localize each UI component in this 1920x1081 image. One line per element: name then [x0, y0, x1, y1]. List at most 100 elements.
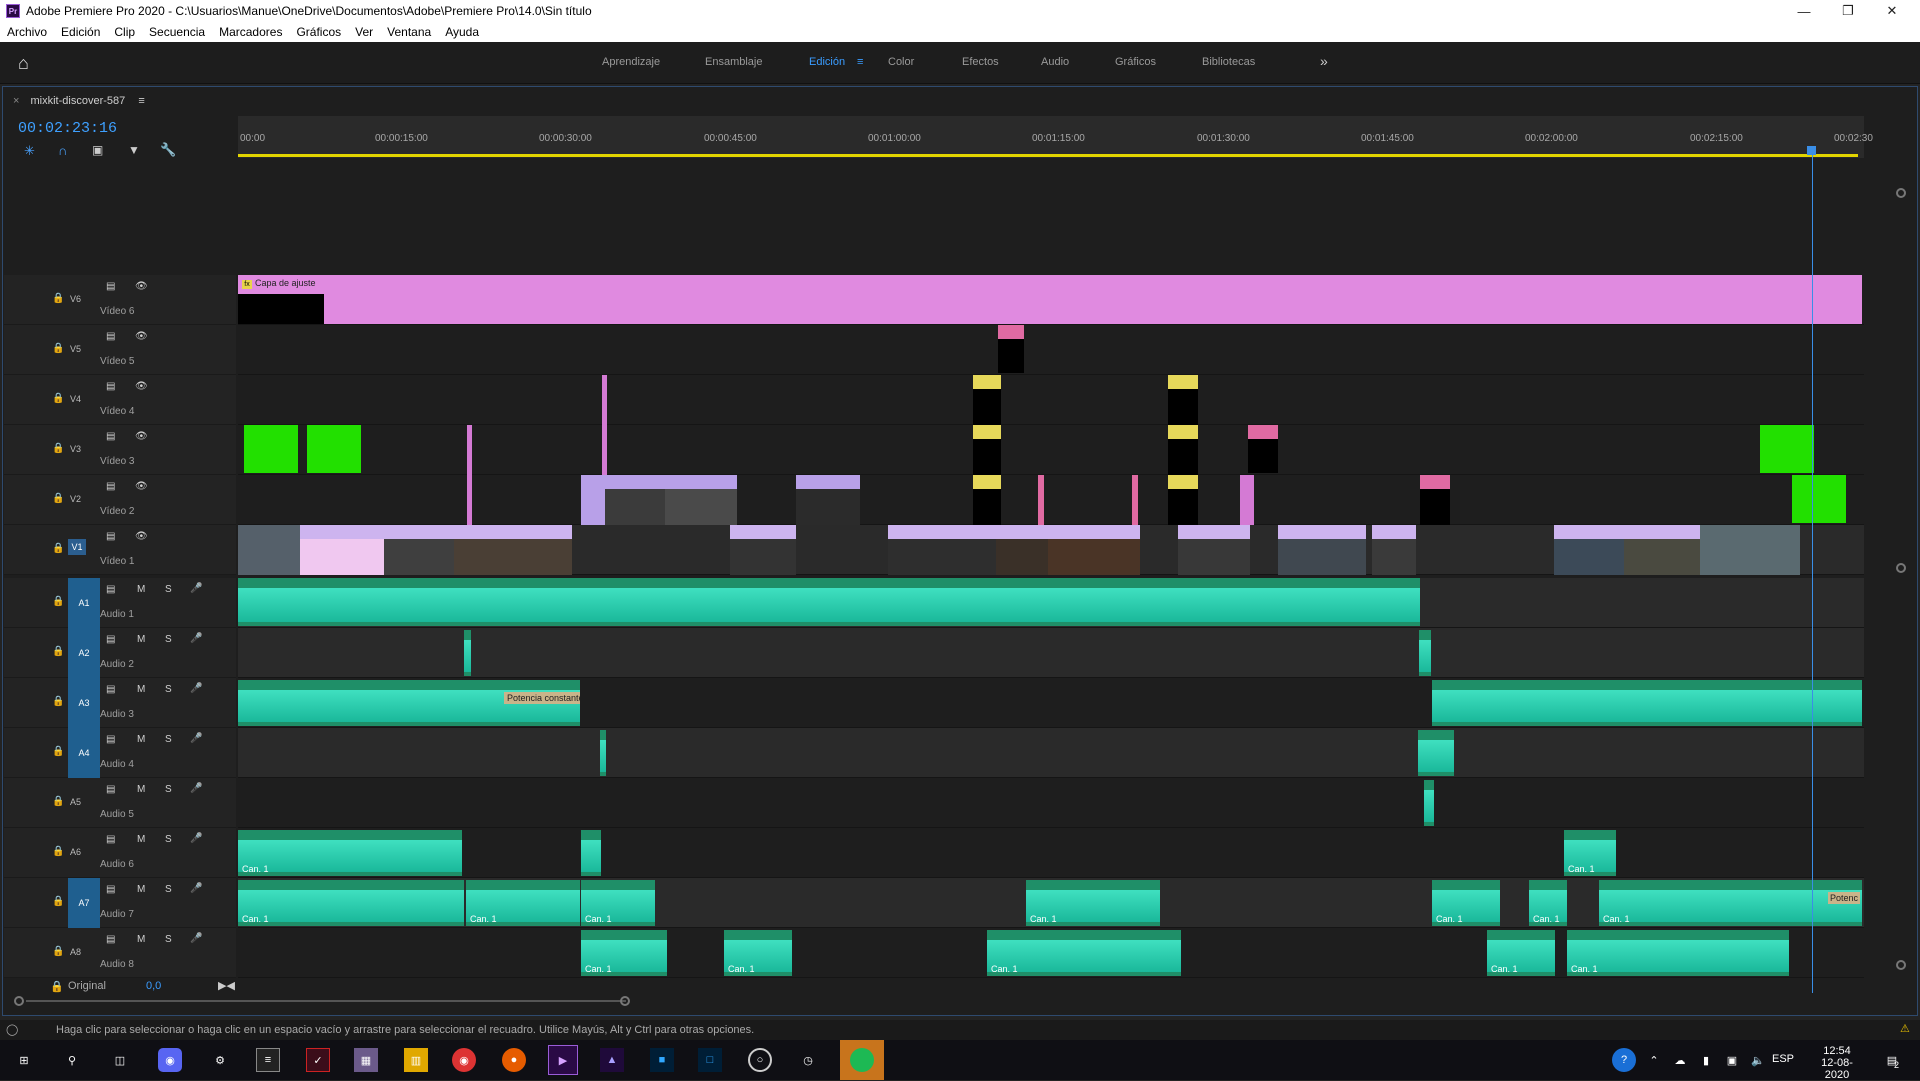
task-view-icon[interactable]: ◫ [108, 1048, 132, 1072]
clip-v1[interactable]: mixki [996, 525, 1048, 575]
audio-clip[interactable]: Can. 1 [238, 880, 464, 926]
menu-secuencia[interactable]: Secuencia [142, 25, 212, 39]
lane-v1[interactable]: mixkit-top-a mixkit-wa mixkit-feet-walki… [238, 525, 1864, 575]
network-icon[interactable]: ▣ [1720, 1048, 1744, 1072]
more-workspaces-icon[interactable]: » [1320, 53, 1328, 69]
audio-clip[interactable] [581, 830, 601, 876]
mute-button[interactable]: M [137, 684, 145, 695]
workspace-menu-icon[interactable]: ≡ [857, 56, 863, 68]
chrome-icon[interactable]: ◉ [452, 1048, 476, 1072]
audio-clip[interactable]: Potencia constante [238, 680, 580, 726]
mic-icon[interactable]: 🎤 [190, 883, 202, 894]
clip-v2[interactable] [1168, 475, 1198, 525]
mic-icon[interactable]: 🎤 [190, 683, 202, 694]
after-effects-icon[interactable]: ▲ [600, 1048, 624, 1072]
workspace-efectos[interactable]: Efectos [962, 56, 999, 68]
mic-icon[interactable]: 🎤 [190, 783, 202, 794]
audio-clip[interactable] [600, 730, 606, 776]
snap-icon[interactable]: ∩ [58, 143, 67, 158]
horizontal-scrollbar[interactable] [14, 996, 1894, 1006]
add-marker-icon[interactable]: ▼ [128, 143, 140, 157]
mic-icon[interactable]: 🎤 [190, 633, 202, 644]
lock-icon[interactable]: 🔒 [52, 896, 64, 907]
menu-edicion[interactable]: Edición [54, 25, 107, 39]
solo-button[interactable]: S [165, 584, 172, 595]
audio-clip[interactable]: Can. 1 [238, 830, 462, 876]
clip-green[interactable] [1760, 425, 1814, 473]
clip-v1[interactable]: mixkit-top-a [300, 525, 384, 575]
sync-icon[interactable]: ▤ [106, 834, 115, 845]
vegas-icon[interactable]: ✓ [306, 1048, 330, 1072]
sync-icon[interactable]: ▤ [106, 431, 115, 442]
lane-a5[interactable] [238, 778, 1864, 828]
clip-v1[interactable]: mixkit-w [1554, 525, 1624, 575]
menu-ventana[interactable]: Ventana [380, 25, 438, 39]
clip-v3[interactable] [602, 425, 607, 475]
mute-button[interactable]: M [137, 834, 145, 845]
eye-icon[interactable]: 👁 [135, 431, 148, 442]
lock-icon[interactable]: 🔒 [52, 543, 64, 554]
show-hidden-icons[interactable]: ⌃ [1642, 1048, 1666, 1072]
lane-v2[interactable]: mixki mixkit-wo mixkit- [238, 475, 1864, 525]
menu-marcadores[interactable]: Marcadores [212, 25, 289, 39]
clip-v1[interactable]: mixkit-wa [384, 525, 454, 575]
audio-clip[interactable]: Can. 1 [581, 880, 655, 926]
track-id-a1[interactable]: A1 [68, 578, 100, 628]
audio-clip[interactable]: Can. 1 [1487, 930, 1555, 976]
solo-button[interactable]: S [165, 684, 172, 695]
lane-a6[interactable]: Can. 1 Can. 1 [238, 828, 1864, 878]
lane-a3[interactable]: Potencia constante [238, 678, 1864, 728]
clip-green[interactable] [244, 425, 298, 473]
photos-icon[interactable]: ▦ [354, 1048, 378, 1072]
battery-icon[interactable]: ▮ [1694, 1048, 1718, 1072]
clip-green[interactable] [1792, 475, 1846, 523]
clip-v1[interactable]: mixkit-h [1178, 525, 1250, 575]
mute-button[interactable]: M [137, 734, 145, 745]
clip-v2[interactable] [467, 475, 472, 525]
sync-icon[interactable]: ▤ [106, 734, 115, 745]
workspace-audio[interactable]: Audio [1041, 56, 1069, 68]
track-id-v1[interactable]: V1 [68, 539, 86, 555]
clip-v3[interactable] [467, 425, 472, 475]
lock-icon[interactable]: 🔒 [52, 443, 64, 454]
clip-v4[interactable] [602, 375, 607, 425]
sync-icon[interactable]: ▤ [106, 684, 115, 695]
mute-button[interactable]: M [137, 934, 145, 945]
menu-clip[interactable]: Clip [107, 25, 142, 39]
language-indicator[interactable]: ESP [1772, 1053, 1794, 1065]
mic-icon[interactable]: 🎤 [190, 933, 202, 944]
transition-label[interactable]: Potenc [1827, 892, 1860, 904]
mute-button[interactable]: M [137, 784, 145, 795]
solo-button[interactable]: S [165, 884, 172, 895]
settings-gear-icon[interactable]: ⚙ [208, 1048, 232, 1072]
vscroll-handle[interactable] [1896, 188, 1906, 198]
close-tab-icon[interactable]: × [13, 95, 19, 107]
audio-clip[interactable] [238, 578, 1420, 626]
audio-clip[interactable]: Can. 1 [466, 880, 580, 926]
workspace-edicion[interactable]: Edición [809, 56, 845, 68]
eye-icon[interactable]: 👁 [135, 531, 148, 542]
vscroll-handle[interactable] [1896, 563, 1906, 573]
eye-icon[interactable]: 👁 [135, 381, 148, 392]
workspace-graficos[interactable]: Gráficos [1115, 56, 1156, 68]
clip-v2[interactable] [973, 475, 1001, 525]
lock-icon[interactable]: 🔒 [52, 646, 64, 657]
clip-green[interactable] [307, 425, 361, 473]
audio-clip[interactable] [1432, 680, 1862, 726]
solo-button[interactable]: S [165, 934, 172, 945]
clip-v2[interactable] [1038, 475, 1044, 525]
clip-v3[interactable] [1168, 425, 1198, 475]
minimize-button[interactable]: — [1782, 0, 1826, 22]
onedrive-icon[interactable]: ☁ [1668, 1048, 1692, 1072]
windows-start-icon[interactable]: ⊞ [12, 1048, 36, 1072]
track-id-a2[interactable]: A2 [68, 628, 100, 678]
lane-a8[interactable]: Can. 1 Can. 1 Can. 1 Can. 1 Can. 1 [238, 928, 1864, 978]
scroll-handle-right[interactable] [620, 996, 630, 1006]
lock-icon[interactable]: 🔒 [52, 846, 64, 857]
audio-clip[interactable]: Can. 1 Potenc [1599, 880, 1862, 926]
clip-v1[interactable]: mixkit-waves [1624, 525, 1700, 575]
audio-clip[interactable]: Can. 1 [1529, 880, 1567, 926]
lock-icon[interactable]: 🔒 [52, 696, 64, 707]
clip-v2[interactable] [1420, 475, 1450, 525]
speedometer-icon[interactable]: ◷ [796, 1048, 820, 1072]
